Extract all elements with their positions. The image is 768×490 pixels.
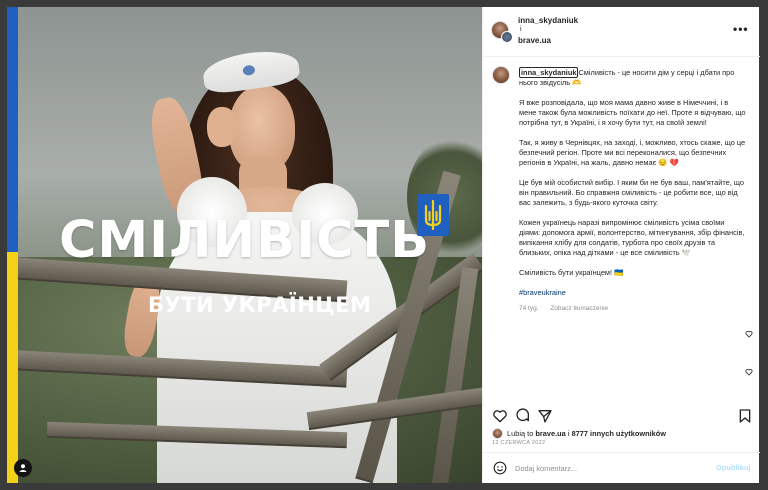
add-comment-bar: Opublikuj [483,452,760,483]
share-icon[interactable] [537,408,553,424]
caption-text-2: Я вже розповідала, що моя мама давно жив… [519,98,746,127]
flag-stripe-blue [7,7,18,252]
caption-text-4: Це був мій особистий вибір. І яким би не… [519,178,744,207]
tagged-user-icon[interactable] [14,459,32,477]
likes-joiner: i [567,428,570,438]
post-date: 12 CZERWCA 2022 [492,440,546,446]
see-translation-link[interactable]: Zobacz tłumaczenie [550,305,608,312]
trident-icon [417,194,449,236]
caption-text-5: Кожен українець наразі випромінює смілив… [519,218,745,257]
image-subline: БУТИ УКРАЇНЦЕМ [148,293,372,317]
emoji-icon[interactable] [493,461,507,475]
post-header: inna_skydaniuk i brave.ua ••• [483,7,760,57]
hand [207,107,237,147]
post-modal: СМІЛИВІСТЬ БУТИ УКРАЇНЦЕМ inna_skydaniuk… [7,7,760,483]
post-image[interactable]: СМІЛИВІСТЬ БУТИ УКРАЇНЦЕМ [7,7,482,483]
collab-separator: i [520,26,522,33]
post-comment-button[interactable]: Opublikuj [716,463,751,472]
likes-prefix: Lubią to [507,428,534,438]
author-username[interactable]: inna_skydaniuk [518,16,578,25]
heart-icon[interactable] [492,408,508,424]
hashtag-link[interactable]: #braveukraine [519,288,747,298]
likes-summary[interactable]: Lubią to brave.ua i 8777 innych użytkown… [492,427,666,439]
collab-username[interactable]: brave.ua [518,36,551,45]
bookmark-icon[interactable] [737,408,753,424]
comment-icon[interactable] [515,408,531,424]
comment-like-heart-icon[interactable] [745,330,753,340]
comment-input[interactable] [515,460,705,476]
caption-username[interactable]: inna_skydaniuk [519,67,579,78]
post-details-panel: inna_skydaniuk i brave.ua ••• inna_skyda… [482,7,760,483]
likes-others[interactable]: 8777 innych użytkowników [572,429,666,438]
caption-avatar[interactable] [492,66,510,84]
collab-avatar[interactable] [501,31,513,43]
comment-like-heart-icon-2[interactable] [745,368,753,378]
flag-stripe-yellow [7,252,18,483]
comments-scroll-area[interactable]: inna_skydaniuk Сміливість - це носити дім… [483,58,760,400]
caption: inna_skydaniuk Сміливість - це носити дім… [519,67,747,308]
likes-user[interactable]: brave.ua [535,429,565,438]
image-headline: СМІЛИВІСТЬ [59,211,431,270]
caption-meta: 74 tyg. Zobacz tłumaczenie [519,305,618,312]
caption-text-3: Так, я живу в Чернівцях, на заході, і, м… [519,138,746,167]
ellipsis-icon[interactable]: ••• [733,22,749,36]
caption-age: 74 tyg. [519,305,539,312]
liker-avatar [492,427,503,439]
caption-text-6: Сміливість бути українцем! 🇺🇦 [519,268,624,277]
